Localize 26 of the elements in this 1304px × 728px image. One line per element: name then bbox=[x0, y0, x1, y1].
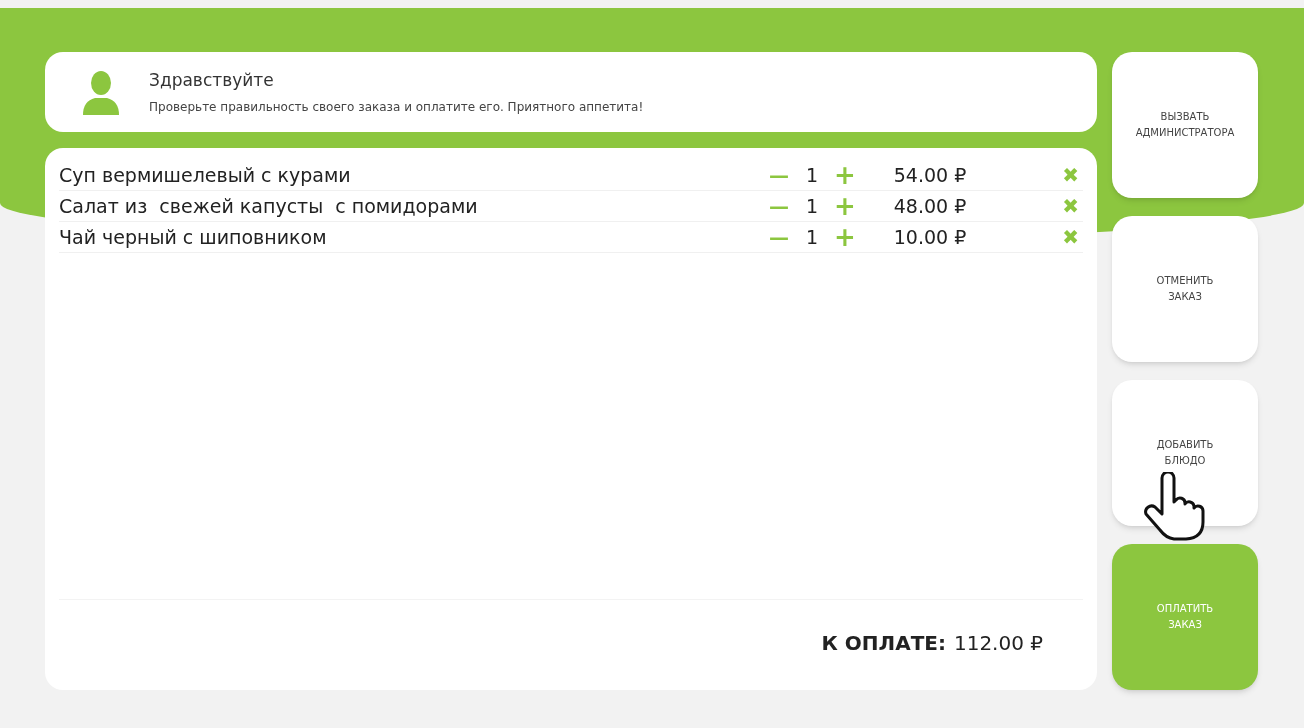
dish-price: 10.00 ₽ bbox=[892, 224, 968, 250]
user-avatar-icon bbox=[81, 69, 121, 115]
quantity: 1 bbox=[804, 193, 820, 219]
remove-button[interactable]: ✖ bbox=[1062, 222, 1079, 252]
dish-price: 48.00 ₽ bbox=[892, 193, 968, 219]
increase-button[interactable]: + bbox=[825, 193, 865, 219]
remove-button[interactable]: ✖ bbox=[1062, 191, 1079, 221]
greeting-message: Проверьте правильность своего заказа и оплатите его. Приятного аппетита! bbox=[149, 98, 644, 116]
decrease-button[interactable]: — bbox=[759, 160, 799, 190]
remove-button[interactable]: ✖ bbox=[1062, 160, 1079, 190]
quantity: 1 bbox=[804, 224, 820, 250]
action-button[interactable]: ВЫЗВАТЬ АДМИНИСТРАТОРА bbox=[1112, 52, 1258, 198]
total-amount: 112.00 ₽ bbox=[953, 630, 1043, 657]
quantity: 1 bbox=[804, 162, 820, 188]
decrease-button[interactable]: — bbox=[759, 191, 799, 221]
increase-button[interactable]: + bbox=[825, 162, 865, 188]
dish-price: 54.00 ₽ bbox=[892, 162, 968, 188]
dish-name: Суп вермишелевый с курами bbox=[59, 162, 352, 188]
decrease-button[interactable]: — bbox=[759, 222, 799, 252]
total-label: К ОПЛАТЕ: bbox=[821, 630, 946, 657]
action-button[interactable]: ОПЛАТИТЬ ЗАКАЗ bbox=[1112, 544, 1258, 690]
greeting-title: Здравствуйте bbox=[149, 69, 275, 93]
dish-name: Салат из свежей капусты с помидорами bbox=[59, 193, 479, 219]
dish-name: Чай черный с шиповником bbox=[59, 224, 328, 250]
action-button[interactable]: ОТМЕНИТЬ ЗАКАЗ bbox=[1112, 216, 1258, 362]
increase-button[interactable]: + bbox=[825, 224, 865, 250]
